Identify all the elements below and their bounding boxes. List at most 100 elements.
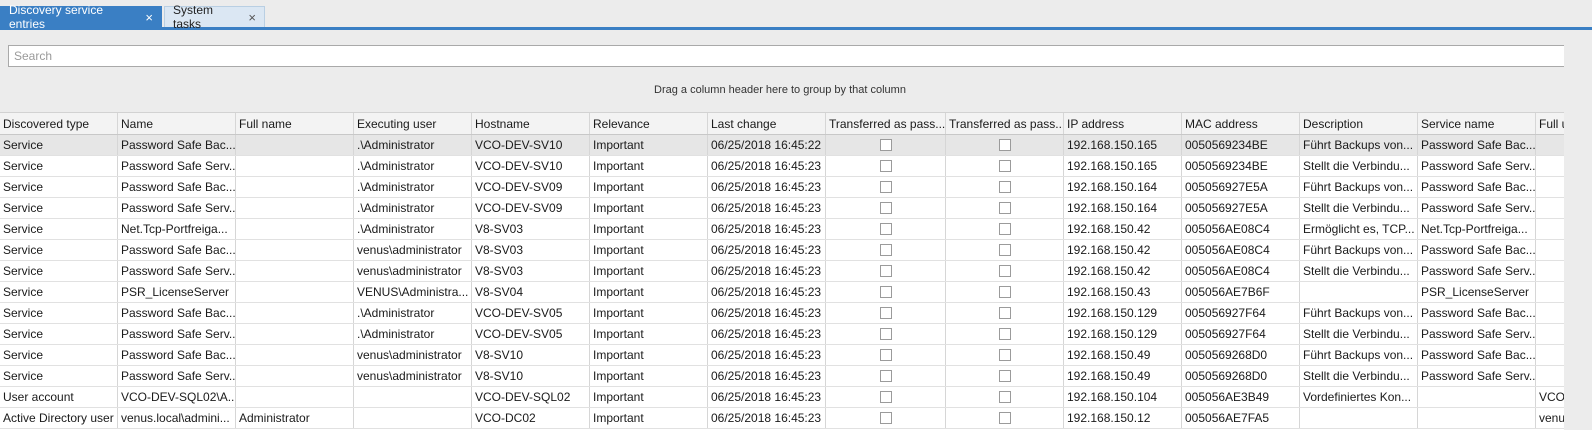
transferred-checkbox[interactable]	[879, 370, 892, 382]
table-row[interactable]: User account VCO-DEV-SQL02\A... VCO-DEV-SQ…	[0, 387, 1564, 408]
table-row[interactable]: Service Password Safe Serv... .\Administra…	[0, 324, 1564, 345]
table-row[interactable]: Service PSR_LicenseServer VENUS\Administra…	[0, 282, 1564, 303]
cell-transferred-as-password-1[interactable]	[826, 366, 946, 386]
cell-transferred-as-password-2[interactable]	[946, 387, 1064, 407]
table-row[interactable]: Service Password Safe Serv... venus\admini…	[0, 366, 1564, 387]
cell-transferred-as-password-1[interactable]	[826, 156, 946, 176]
cell-transferred-as-password-1[interactable]	[826, 303, 946, 323]
cell-transferred-as-password-1[interactable]	[826, 261, 946, 281]
transferred-checkbox[interactable]	[879, 328, 892, 340]
cell-ip-address: 192.168.150.42	[1064, 261, 1182, 281]
transferred-checkbox[interactable]	[998, 139, 1011, 151]
cell-transferred-as-password-2[interactable]	[946, 282, 1064, 302]
column-header-full-user[interactable]: Full u	[1536, 113, 1564, 134]
transferred-checkbox[interactable]	[879, 391, 892, 403]
cell-transferred-as-password-1[interactable]	[826, 219, 946, 239]
column-header-service-name[interactable]: Service name	[1418, 113, 1536, 134]
cell-transferred-as-password-1[interactable]	[826, 282, 946, 302]
cell-transferred-as-password-2[interactable]	[946, 198, 1064, 218]
tab-discovery-service-entries[interactable]: Discovery service entries ×	[0, 3, 162, 31]
cell-relevance: Important	[590, 261, 708, 281]
transferred-checkbox[interactable]	[998, 244, 1011, 256]
column-header-relevance[interactable]: Relevance	[590, 113, 708, 134]
cell-executing-user: venus\administrator	[354, 240, 472, 260]
cell-transferred-as-password-2[interactable]	[946, 366, 1064, 386]
transferred-checkbox[interactable]	[998, 160, 1011, 172]
transferred-checkbox[interactable]	[879, 286, 892, 298]
table-row[interactable]: Service Password Safe Serv... venus\admini…	[0, 261, 1564, 282]
cell-transferred-as-password-2[interactable]	[946, 219, 1064, 239]
transferred-checkbox[interactable]	[998, 181, 1011, 193]
column-header-executing-user[interactable]: Executing user	[354, 113, 472, 134]
cell-transferred-as-password-2[interactable]	[946, 240, 1064, 260]
tab-system-tasks[interactable]: System tasks ×	[164, 3, 265, 31]
cell-transferred-as-password-1[interactable]	[826, 324, 946, 344]
cell-transferred-as-password-2[interactable]	[946, 135, 1064, 155]
cell-transferred-as-password-2[interactable]	[946, 261, 1064, 281]
cell-transferred-as-password-1[interactable]	[826, 345, 946, 365]
table-row[interactable]: Service Password Safe Bac... .\Administrat…	[0, 177, 1564, 198]
cell-transferred-as-password-2[interactable]	[946, 408, 1064, 428]
column-header-full-name[interactable]: Full name	[236, 113, 354, 134]
column-header-transferred-as-password-2[interactable]: Transferred as pass...	[946, 113, 1064, 134]
search-input[interactable]	[8, 45, 1579, 67]
column-header-hostname[interactable]: Hostname	[472, 113, 590, 134]
column-header-last-change[interactable]: Last change	[708, 113, 826, 134]
cell-full-name	[236, 324, 354, 344]
table-row[interactable]: Service Password Safe Serv... .\Administra…	[0, 198, 1564, 219]
transferred-checkbox[interactable]	[879, 265, 892, 277]
transferred-checkbox[interactable]	[879, 307, 892, 319]
cell-transferred-as-password-1[interactable]	[826, 387, 946, 407]
table-row[interactable]: Service Password Safe Bac... .\Administrat…	[0, 303, 1564, 324]
table-row[interactable]: Service Password Safe Bac... venus\adminis…	[0, 345, 1564, 366]
group-by-drop-area[interactable]: Drag a column header here to group by th…	[0, 84, 1560, 100]
cell-transferred-as-password-2[interactable]	[946, 156, 1064, 176]
cell-transferred-as-password-2[interactable]	[946, 324, 1064, 344]
cell-transferred-as-password-1[interactable]	[826, 408, 946, 428]
transferred-checkbox[interactable]	[998, 412, 1011, 424]
transferred-checkbox[interactable]	[998, 370, 1011, 382]
cell-transferred-as-password-2[interactable]	[946, 303, 1064, 323]
close-icon[interactable]: ×	[242, 11, 256, 24]
table-row[interactable]: Service Password Safe Bac... .\Administrat…	[0, 135, 1564, 156]
transferred-checkbox[interactable]	[998, 349, 1011, 361]
table-row[interactable]: Active Directory user venus.local\admini.…	[0, 408, 1564, 429]
cell-transferred-as-password-1[interactable]	[826, 177, 946, 197]
column-header-discovered-type[interactable]: Discovered type	[0, 113, 118, 134]
column-header-mac-address[interactable]: MAC address	[1182, 113, 1300, 134]
cell-transferred-as-password-2[interactable]	[946, 177, 1064, 197]
close-icon[interactable]: ×	[139, 11, 153, 24]
cell-mac-address: 0050569268D0	[1182, 345, 1300, 365]
cell-last-change: 06/25/2018 16:45:23	[708, 156, 826, 176]
column-header-ip-address[interactable]: IP address	[1064, 113, 1182, 134]
transferred-checkbox[interactable]	[998, 223, 1011, 235]
column-header-transferred-as-password-1[interactable]: Transferred as pass...	[826, 113, 946, 134]
cell-transferred-as-password-1[interactable]	[826, 135, 946, 155]
transferred-checkbox[interactable]	[879, 202, 892, 214]
transferred-checkbox[interactable]	[998, 328, 1011, 340]
column-header-description[interactable]: Description	[1300, 113, 1418, 134]
column-header-name[interactable]: Name	[118, 113, 236, 134]
transferred-checkbox[interactable]	[998, 307, 1011, 319]
cell-transferred-as-password-1[interactable]	[826, 198, 946, 218]
transferred-checkbox[interactable]	[998, 265, 1011, 277]
table-row[interactable]: Service Password Safe Bac... venus\adminis…	[0, 240, 1564, 261]
cell-discovered-type: Service	[0, 240, 118, 260]
transferred-checkbox[interactable]	[879, 412, 892, 424]
cell-transferred-as-password-1[interactable]	[826, 240, 946, 260]
transferred-checkbox[interactable]	[879, 139, 892, 151]
transferred-checkbox[interactable]	[879, 244, 892, 256]
cell-transferred-as-password-2[interactable]	[946, 345, 1064, 365]
transferred-checkbox[interactable]	[879, 160, 892, 172]
cell-description: Führt Backups von...	[1300, 240, 1418, 260]
transferred-checkbox[interactable]	[998, 202, 1011, 214]
transferred-checkbox[interactable]	[879, 181, 892, 193]
table-row[interactable]: Service Password Safe Serv... .\Administra…	[0, 156, 1564, 177]
table-row[interactable]: Service Net.Tcp-Portfreiga... .\Administra…	[0, 219, 1564, 240]
cell-relevance: Important	[590, 135, 708, 155]
transferred-checkbox[interactable]	[879, 349, 892, 361]
transferred-checkbox[interactable]	[998, 391, 1011, 403]
vertical-scrollbar[interactable]	[1564, 30, 1592, 430]
transferred-checkbox[interactable]	[879, 223, 892, 235]
transferred-checkbox[interactable]	[998, 286, 1011, 298]
